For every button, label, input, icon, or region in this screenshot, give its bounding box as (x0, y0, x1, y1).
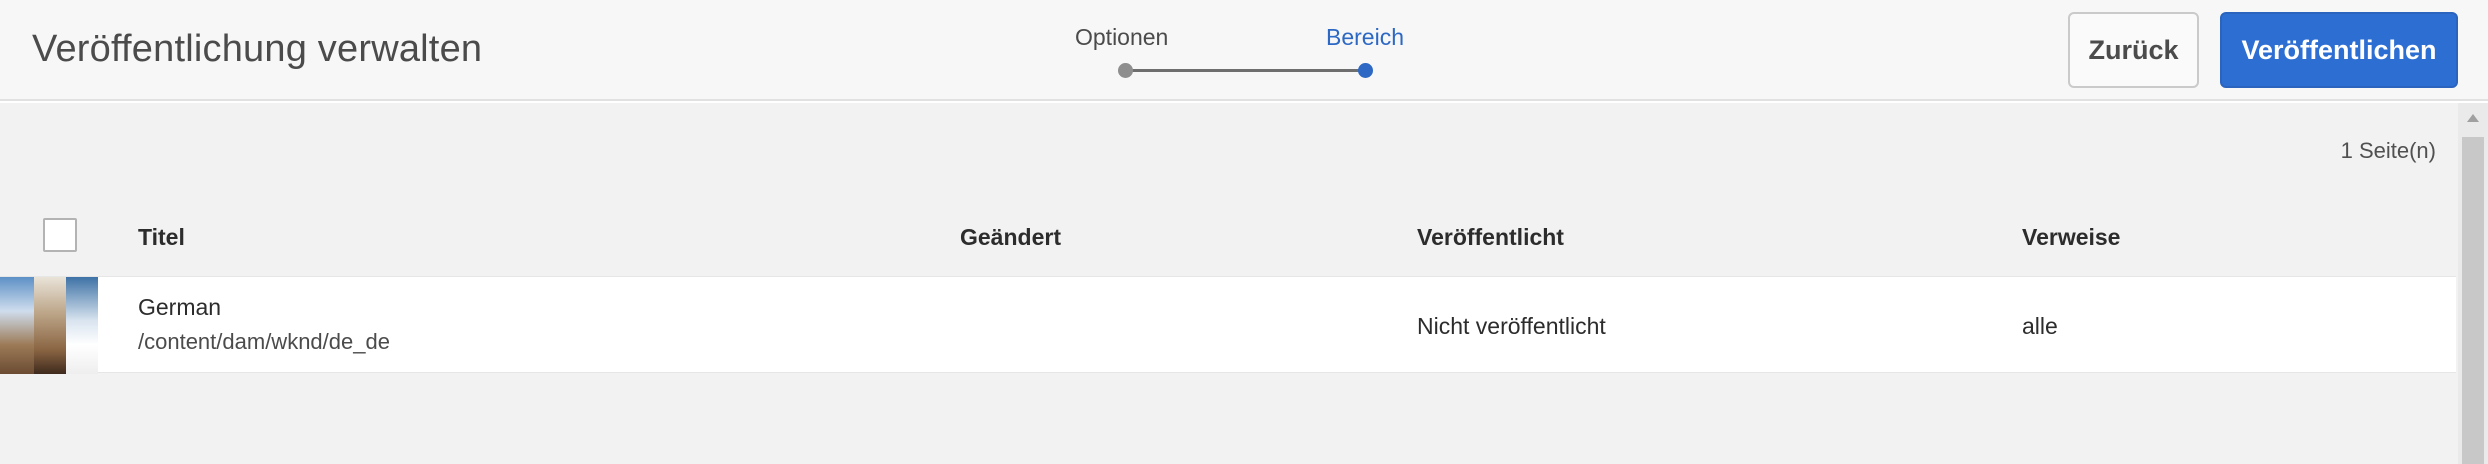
content-area: 1 Seite(n) Titel Geändert Veröffentlicht… (0, 103, 2458, 464)
row-path: /content/dam/wknd/de_de (138, 329, 390, 354)
step-scope-label[interactable]: Bereich (1326, 24, 1404, 51)
scrollbar-thumb[interactable] (2462, 137, 2484, 464)
back-button[interactable]: Zurück (2068, 12, 2199, 88)
row-references[interactable]: alle (2022, 313, 2058, 340)
column-header-references[interactable]: Verweise (2022, 224, 2120, 251)
publish-button[interactable]: Veröffentlichen (2220, 12, 2458, 88)
column-header-title[interactable]: Titel (138, 224, 185, 251)
row-published-status: Nicht veröffentlicht (1417, 313, 1606, 339)
folder-thumbnail-icon (0, 277, 98, 374)
page-title: Veröffentlichung verwalten (32, 28, 483, 70)
step-options-label[interactable]: Optionen (1075, 24, 1168, 51)
step-options-dot[interactable] (1118, 63, 1133, 78)
step-scope-dot[interactable] (1358, 63, 1373, 78)
vertical-scrollbar[interactable] (2458, 103, 2488, 464)
row-title: German (138, 294, 222, 320)
table-row[interactable]: German /content/dam/wknd/de_de Nicht ver… (0, 276, 2456, 374)
select-all-checkbox[interactable] (43, 218, 77, 252)
header-bar: Veröffentlichung verwalten Optionen Bere… (0, 0, 2488, 101)
scroll-up-arrow-icon[interactable] (2458, 103, 2488, 133)
column-header-modified[interactable]: Geändert (960, 224, 1061, 251)
page-count: 1 Seite(n) (2340, 138, 2436, 163)
wizard-stepper: Optionen Bereich (1060, 20, 1450, 90)
step-connector (1126, 69, 1366, 72)
column-header-published[interactable]: Veröffentlicht (1417, 224, 1564, 251)
